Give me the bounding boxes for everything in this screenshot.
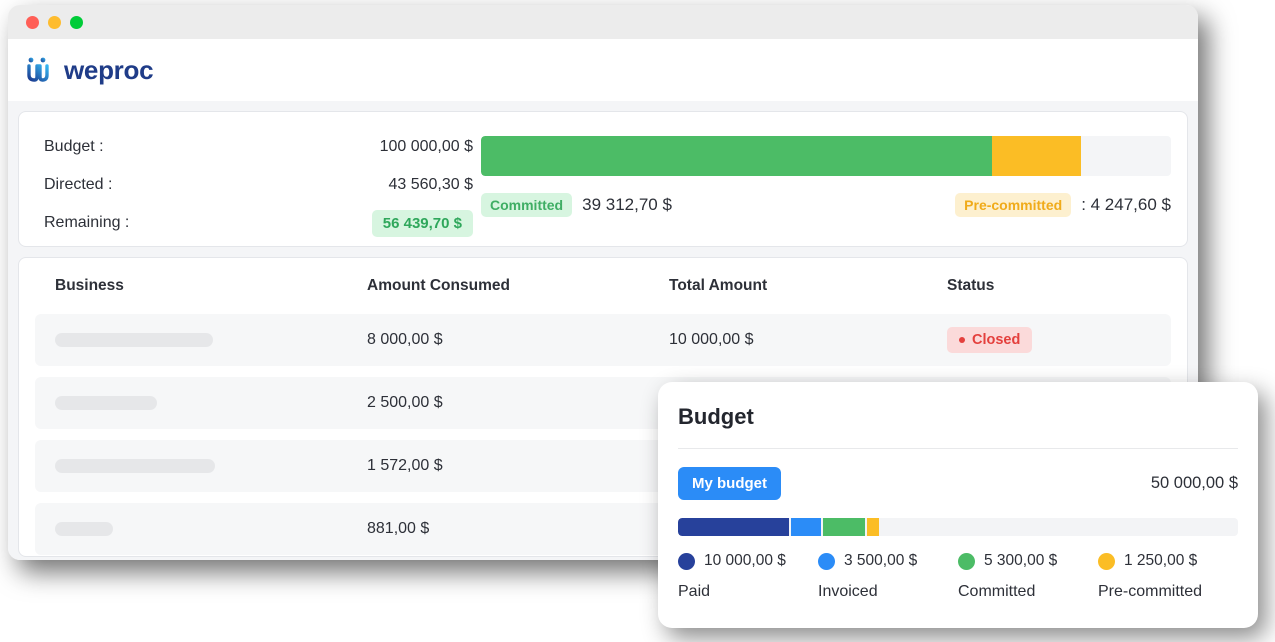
close-window-icon[interactable] xyxy=(26,15,39,29)
committed-label: Committed xyxy=(958,583,1036,600)
progress-segment-precommitted xyxy=(992,136,1081,176)
committed-color-dot-icon xyxy=(958,552,975,570)
popup-segment-invoiced xyxy=(791,518,822,536)
popup-segment-precommitted xyxy=(867,518,880,536)
budget-row: Budget : 100 000,00 $ xyxy=(44,128,473,166)
column-header-status: Status xyxy=(947,277,995,294)
precommitted-amount: 1 250,00 $ xyxy=(1124,552,1198,569)
invoiced-label: Invoiced xyxy=(818,583,878,600)
remaining-value-badge: 56 439,70 $ xyxy=(371,209,473,237)
popup-legend-item-precommitted: 1 250,00 $ Pre-committed xyxy=(1098,552,1238,601)
progress-segment-committed xyxy=(481,136,993,176)
precommitted-tag: Pre-committed xyxy=(955,193,1072,217)
table-row[interactable]: 8 000,00 $ 10 000,00 $ Closed xyxy=(35,314,1171,366)
paid-label: Paid xyxy=(678,583,711,600)
brand-name: weproc xyxy=(64,54,154,85)
remaining-row: Remaining : 56 439,70 $ xyxy=(44,204,473,242)
app-header: weproc xyxy=(8,39,1198,101)
legend-committed: Committed 39 312,70 $ xyxy=(481,193,672,217)
popup-legend-item-paid: 10 000,00 $ Paid xyxy=(678,552,818,601)
remaining-label: Remaining : xyxy=(44,214,130,231)
weproc-logo-icon xyxy=(26,57,50,83)
minimize-window-icon[interactable] xyxy=(48,15,61,29)
budget-label: Budget : xyxy=(44,138,104,155)
cell-amount-consumed: 8 000,00 $ xyxy=(367,331,443,348)
paid-amount: 10 000,00 $ xyxy=(704,552,786,569)
status-dot-icon xyxy=(959,337,965,343)
popup-budget-bar xyxy=(678,518,1238,536)
column-header-total-amount: Total Amount xyxy=(669,277,768,294)
budget-progress-bar xyxy=(481,136,1171,176)
directed-value: 43 560,30 $ xyxy=(388,176,473,193)
precommitted-amount: : 4 247,60 $ xyxy=(1081,195,1171,214)
popup-title: Budget xyxy=(678,404,754,429)
precommitted-label: Pre-committed xyxy=(1098,583,1203,600)
paid-color-dot-icon xyxy=(678,552,695,570)
business-placeholder xyxy=(55,522,367,536)
window-titlebar xyxy=(8,5,1198,39)
invoiced-color-dot-icon xyxy=(818,552,835,570)
directed-label: Directed : xyxy=(44,176,113,193)
status-label: Closed xyxy=(972,332,1021,348)
budget-summary-card: Budget : 100 000,00 $ Directed : 43 560,… xyxy=(18,111,1188,247)
budget-value: 100 000,00 $ xyxy=(379,138,473,155)
cell-total-amount: 10 000,00 $ xyxy=(669,331,754,348)
status-badge: Closed xyxy=(947,327,1033,353)
budget-progress-legend: Committed 39 312,70 $ Pre-committed : 4 … xyxy=(481,193,1171,217)
business-placeholder xyxy=(55,333,367,347)
directed-row: Directed : 43 560,30 $ xyxy=(44,166,473,204)
budget-progress-area: Committed 39 312,70 $ Pre-committed : 4 … xyxy=(481,128,1187,246)
cell-amount-consumed: 881,00 $ xyxy=(367,520,430,537)
cell-amount-consumed: 1 572,00 $ xyxy=(367,457,443,474)
popup-header-row: My budget 50 000,00 $ xyxy=(678,467,1238,500)
cell-amount-consumed: 2 500,00 $ xyxy=(367,394,443,411)
popup-segment-paid xyxy=(678,518,790,536)
invoiced-amount: 3 500,00 $ xyxy=(844,552,918,569)
popup-legend: 10 000,00 $ Paid 3 500,00 $ Invoiced 5 3… xyxy=(678,552,1238,601)
budget-figures: Budget : 100 000,00 $ Directed : 43 560,… xyxy=(19,128,481,246)
committed-tag: Committed xyxy=(481,193,573,217)
business-placeholder xyxy=(55,459,367,473)
popup-legend-item-committed: 5 300,00 $ Committed xyxy=(958,552,1098,601)
committed-amount: 39 312,70 $ xyxy=(582,195,672,214)
precommitted-color-dot-icon xyxy=(1098,552,1115,570)
budget-popup-card: Budget My budget 50 000,00 $ 10 000,00 $… xyxy=(658,382,1258,628)
column-header-business: Business xyxy=(55,277,124,294)
table-header-row: Business Amount Consumed Total Amount St… xyxy=(35,258,1171,314)
committed-amount: 5 300,00 $ xyxy=(984,552,1058,569)
popup-divider xyxy=(678,448,1238,449)
popup-legend-item-invoiced: 3 500,00 $ Invoiced xyxy=(818,552,958,601)
legend-precommitted: Pre-committed : 4 247,60 $ xyxy=(955,193,1171,217)
popup-total-amount: 50 000,00 $ xyxy=(1150,474,1238,492)
business-placeholder xyxy=(55,396,367,410)
cell-status: Closed xyxy=(947,327,1151,353)
my-budget-button[interactable]: My budget xyxy=(678,467,781,500)
column-header-amount-consumed: Amount Consumed xyxy=(367,277,510,294)
screenshot-stage: weproc Budget : 100 000,00 $ Directed : … xyxy=(0,0,1275,642)
popup-segment-committed xyxy=(823,518,866,536)
maximize-window-icon[interactable] xyxy=(70,15,83,29)
